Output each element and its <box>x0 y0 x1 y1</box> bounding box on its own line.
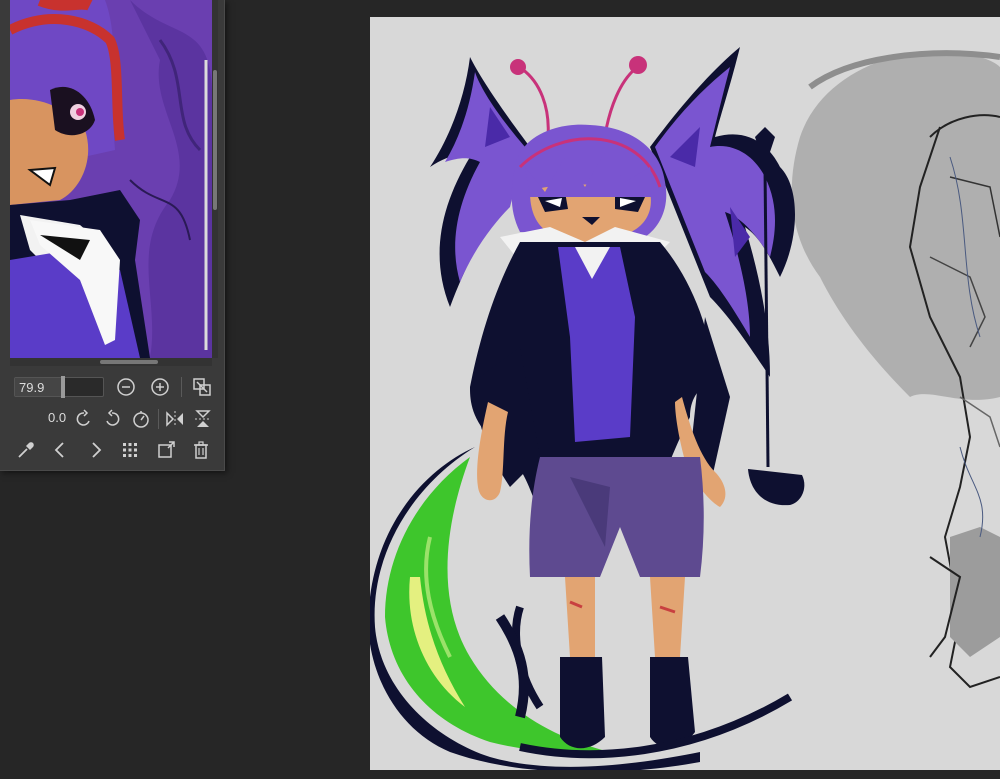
rotation-value[interactable]: 0.0 <box>48 410 66 425</box>
navigator-panel: 79.9 0.0 <box>0 0 225 471</box>
zoom-out-icon[interactable] <box>114 375 138 399</box>
trash-icon[interactable] <box>189 438 213 462</box>
zoom-in-icon[interactable] <box>148 375 172 399</box>
fit-to-window-icon[interactable] <box>190 375 214 399</box>
rotate-right-icon[interactable] <box>100 407 124 431</box>
rotation-controls: 0.0 <box>10 404 218 434</box>
navigator-vertical-scrollbar[interactable] <box>212 0 218 358</box>
separator <box>158 409 159 429</box>
new-window-icon[interactable] <box>154 438 178 462</box>
navigator-tools <box>10 435 218 465</box>
workspace: 79.9 0.0 <box>0 0 1000 779</box>
chevron-left-icon[interactable] <box>48 438 72 462</box>
navigator-horizontal-scrollbar[interactable] <box>10 358 212 366</box>
grid-icon[interactable] <box>118 438 142 462</box>
navigator-preview[interactable] <box>10 0 212 358</box>
separator <box>181 377 182 397</box>
flip-vertical-icon[interactable] <box>191 407 215 431</box>
chevron-right-icon[interactable] <box>84 438 108 462</box>
zoom-controls: 79.9 <box>10 372 218 402</box>
zoom-slider[interactable]: 79.9 <box>14 376 104 398</box>
drawing-canvas[interactable] <box>370 17 1000 770</box>
reset-rotation-icon[interactable] <box>129 407 153 431</box>
vertical-scroll-thumb[interactable] <box>213 70 217 210</box>
zoom-slider-handle[interactable] <box>61 376 65 398</box>
zoom-value[interactable]: 79.9 <box>19 380 44 395</box>
horizontal-scroll-thumb[interactable] <box>100 360 158 364</box>
eyedropper-icon[interactable] <box>14 438 38 462</box>
rotate-left-icon[interactable] <box>72 407 96 431</box>
flip-horizontal-icon[interactable] <box>163 407 187 431</box>
